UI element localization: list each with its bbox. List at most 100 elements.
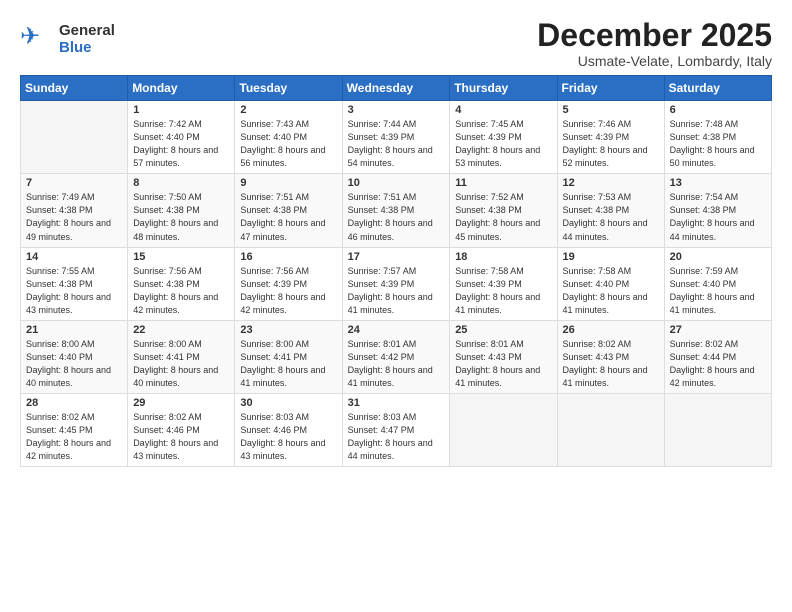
- day-number: 10: [348, 177, 445, 189]
- sunset: Sunset: 4:38 PM: [240, 205, 307, 215]
- sunrise: Sunrise: 7:42 AM: [133, 119, 202, 129]
- day-info: Sunrise: 8:03 AM Sunset: 4:46 PM Daylight:…: [240, 411, 336, 463]
- table-row: 21Sunrise: 8:00 AMSunset: 4:40 PMDayligh…: [21, 320, 128, 393]
- daylight: Daylight: 8 hours and 41 minutes.: [455, 292, 540, 315]
- table-row: 13Sunrise: 7:54 AMSunset: 4:38 PMDayligh…: [664, 174, 771, 247]
- daylight: Daylight: 8 hours and 40 minutes.: [26, 365, 111, 388]
- sunrise: Sunrise: 7:54 AM: [670, 192, 739, 202]
- sunrise: Sunrise: 7:52 AM: [455, 192, 524, 202]
- sunset: Sunset: 4:40 PM: [133, 132, 200, 142]
- table-row: 16Sunrise: 7:56 AMSunset: 4:39 PMDayligh…: [235, 247, 342, 320]
- daylight: Daylight: 8 hours and 43 minutes.: [240, 438, 325, 461]
- day-info: Sunrise: 7:46 AMSunset: 4:39 PMDaylight:…: [563, 118, 659, 170]
- day-info: Sunrise: 8:03 AMSunset: 4:47 PMDaylight:…: [348, 411, 445, 463]
- day-info: Sunrise: 8:01 AMSunset: 4:42 PMDaylight:…: [348, 338, 445, 390]
- daylight: Daylight: 8 hours and 42 minutes.: [670, 365, 755, 388]
- sunset: Sunset: 4:39 PM: [348, 279, 415, 289]
- col-monday: Monday: [128, 76, 235, 101]
- sunrise: Sunrise: 7:50 AM: [133, 192, 202, 202]
- sunset: Sunset: 4:46 PM: [240, 425, 307, 435]
- daylight: Daylight: 8 hours and 47 minutes.: [240, 218, 325, 241]
- day-info: Sunrise: 7:43 AMSunset: 4:40 PMDaylight:…: [240, 118, 336, 170]
- day-number: 11: [455, 177, 551, 189]
- table-row: [450, 393, 557, 466]
- sunset: Sunset: 4:39 PM: [563, 132, 630, 142]
- sunrise: Sunrise: 8:00 AM: [133, 339, 202, 349]
- day-number: 18: [455, 251, 551, 263]
- table-row: 6Sunrise: 7:48 AMSunset: 4:38 PMDaylight…: [664, 101, 771, 174]
- table-row: 22Sunrise: 8:00 AMSunset: 4:41 PMDayligh…: [128, 320, 235, 393]
- daylight: Daylight: 8 hours and 41 minutes.: [670, 292, 755, 315]
- day-info: Sunrise: 7:58 AMSunset: 4:39 PMDaylight:…: [455, 265, 551, 317]
- day-number: 12: [563, 177, 659, 189]
- day-info: Sunrise: 8:02 AMSunset: 4:43 PMDaylight:…: [563, 338, 659, 390]
- daylight: Daylight: 8 hours and 46 minutes.: [348, 218, 433, 241]
- table-row: 9Sunrise: 7:51 AMSunset: 4:38 PMDaylight…: [235, 174, 342, 247]
- daylight: Daylight: 8 hours and 44 minutes.: [670, 218, 755, 241]
- day-number: 31: [348, 397, 445, 409]
- sunset: Sunset: 4:38 PM: [563, 205, 630, 215]
- header: ✈ General Blue December 2025 Usmate-Vela…: [20, 18, 772, 69]
- table-row: 31 Sunrise: 8:03 AMSunset: 4:47 PMDayligh…: [342, 393, 450, 466]
- sunrise: Sunrise: 7:53 AM: [563, 192, 632, 202]
- table-row: 11Sunrise: 7:52 AMSunset: 4:38 PMDayligh…: [450, 174, 557, 247]
- day-number: 9: [240, 177, 336, 189]
- svg-text:✈: ✈: [20, 23, 40, 50]
- col-thursday: Thursday: [450, 76, 557, 101]
- day-number: 7: [26, 177, 122, 189]
- logo: ✈ General Blue: [20, 18, 115, 59]
- sunrise: Sunrise: 7:48 AM: [670, 119, 739, 129]
- logo-blue: Blue: [59, 39, 92, 56]
- calendar-week-row: 21Sunrise: 8:00 AMSunset: 4:40 PMDayligh…: [21, 320, 772, 393]
- sunset: Sunset: 4:47 PM: [348, 425, 415, 435]
- day-number: 8: [133, 177, 229, 189]
- day-number: 22: [133, 324, 229, 336]
- sunrise: Sunrise: 7:56 AM: [240, 266, 309, 276]
- calendar-week-row: 7 Sunrise: 7:49 AM Sunset: 4:38 PM Daylight…: [21, 174, 772, 247]
- sunrise: Sunrise: 7:43 AM: [240, 119, 309, 129]
- day-number: 14: [26, 251, 122, 263]
- day-info: Sunrise: 8:02 AMSunset: 4:46 PMDaylight:…: [133, 411, 229, 463]
- sunrise: Sunrise: 8:03 AM: [240, 412, 309, 422]
- daylight: Daylight: 8 hours and 42 minutes.: [133, 292, 218, 315]
- sunrise: Sunrise: 8:00 AM: [26, 339, 95, 349]
- col-saturday: Saturday: [664, 76, 771, 101]
- sunset: Sunset: 4:38 PM: [670, 205, 737, 215]
- daylight: Daylight: 8 hours and 41 minutes.: [348, 292, 433, 315]
- sunset: Sunset: 4:40 PM: [670, 279, 737, 289]
- sunset: Sunset: 4:38 PM: [26, 279, 93, 289]
- day-info: Sunrise: 7:56 AMSunset: 4:38 PMDaylight:…: [133, 265, 229, 317]
- col-tuesday: Tuesday: [235, 76, 342, 101]
- calendar-table: Sunday Monday Tuesday Wednesday Thursday…: [20, 75, 772, 467]
- sunset: Sunset: 4:38 PM: [348, 205, 415, 215]
- table-row: 8Sunrise: 7:50 AMSunset: 4:38 PMDaylight…: [128, 174, 235, 247]
- daylight: Daylight: 8 hours and 54 minutes.: [348, 145, 433, 168]
- day-info: Sunrise: 7:42 AMSunset: 4:40 PMDaylight:…: [133, 118, 229, 170]
- daylight: Daylight: 8 hours and 52 minutes.: [563, 145, 648, 168]
- sunrise: Sunrise: 7:49 AM: [26, 192, 95, 202]
- table-row: 4Sunrise: 7:45 AMSunset: 4:39 PMDaylight…: [450, 101, 557, 174]
- day-info: Sunrise: 7:55 AMSunset: 4:38 PMDaylight:…: [26, 265, 122, 317]
- table-row: 10 Sunrise: 7:51 AMSunset: 4:38 PMDayligh…: [342, 174, 450, 247]
- day-info: Sunrise: 8:02 AMSunset: 4:45 PMDaylight:…: [26, 411, 122, 463]
- day-info: Sunrise: 7:51 AMSunset: 4:38 PMDaylight:…: [348, 191, 445, 243]
- sunset: Sunset: 4:40 PM: [240, 132, 307, 142]
- table-row: 7Sunrise: 7:49 AMSunset: 4:38 PMDaylight…: [21, 174, 128, 247]
- page-title: December 2025: [537, 18, 772, 53]
- day-number: 17: [348, 251, 445, 263]
- table-row: 18 Sunrise: 7:58 AMSunset: 4:39 PMDayligh…: [450, 247, 557, 320]
- table-row: 24Sunrise: 8:01 AMSunset: 4:42 PMDayligh…: [342, 320, 450, 393]
- table-row: 5Sunrise: 7:46 AMSunset: 4:39 PMDaylight…: [557, 101, 664, 174]
- daylight: Daylight: 8 hours and 43 minutes.: [133, 438, 218, 461]
- daylight: Daylight: 8 hours and 42 minutes.: [240, 292, 325, 315]
- sunrise: Sunrise: 8:00 AM: [240, 339, 309, 349]
- sunset: Sunset: 4:45 PM: [26, 425, 93, 435]
- day-info: Sunrise: 7:59 AMSunset: 4:40 PMDaylight:…: [670, 265, 766, 317]
- day-number: 29: [133, 397, 229, 409]
- daylight: Daylight: 8 hours and 49 minutes.: [26, 218, 111, 241]
- table-row: 20Sunrise: 7:59 AMSunset: 4:40 PMDayligh…: [664, 247, 771, 320]
- day-number: 23: [240, 324, 336, 336]
- daylight: Daylight: 8 hours and 41 minutes.: [455, 365, 540, 388]
- table-row: 19Sunrise: 7:58 AMSunset: 4:40 PMDayligh…: [557, 247, 664, 320]
- day-info: Sunrise: 8:00 AMSunset: 4:41 PMDaylight:…: [240, 338, 336, 390]
